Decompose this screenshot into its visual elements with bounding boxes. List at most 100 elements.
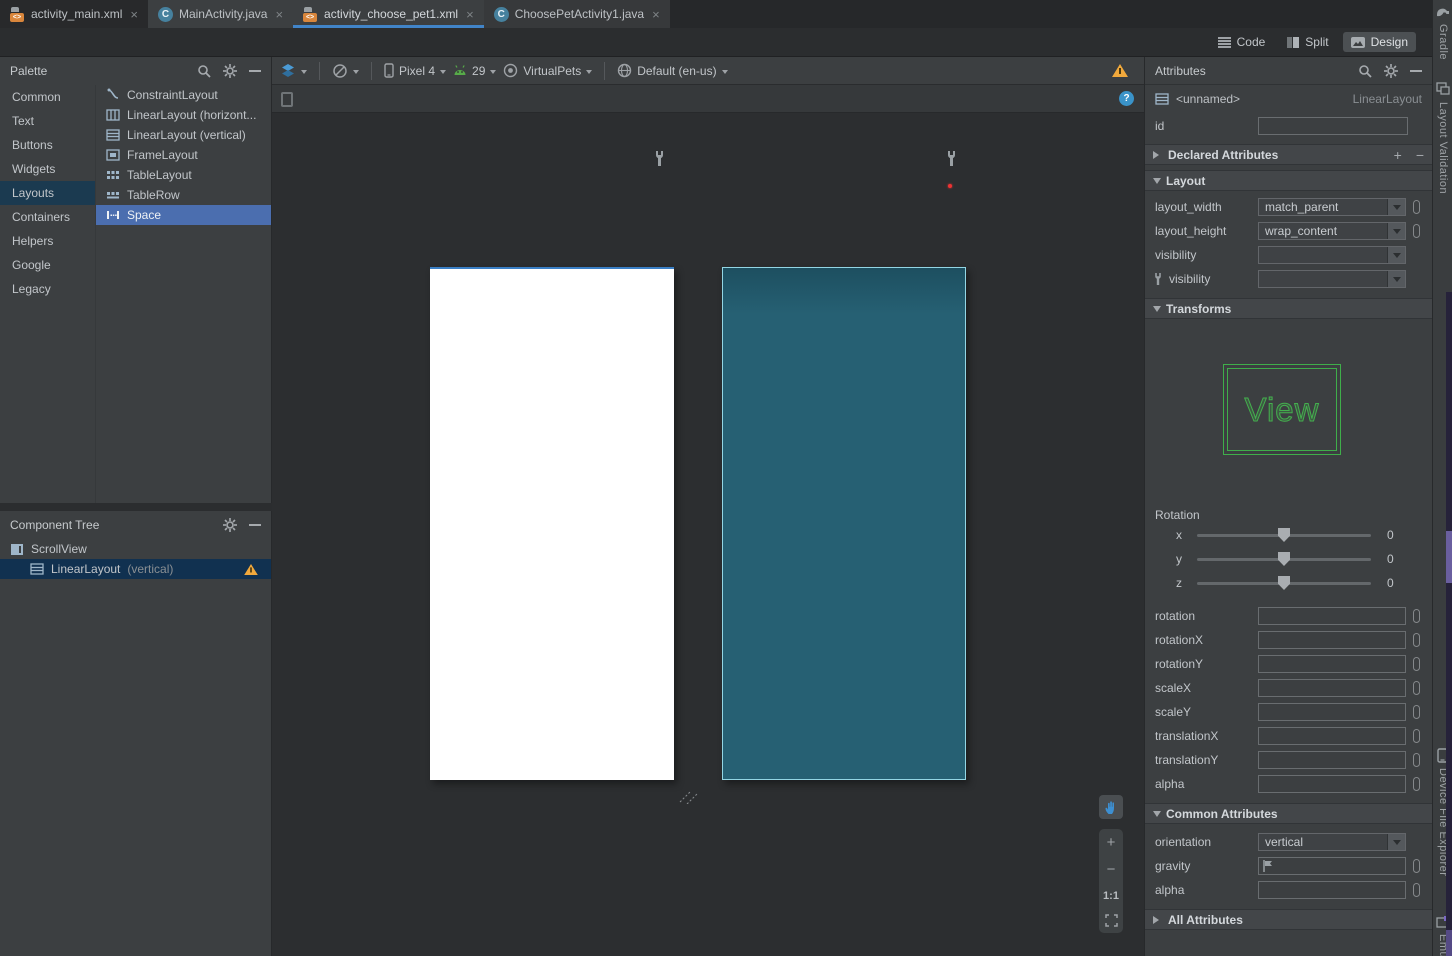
- panel-splitter[interactable]: [0, 503, 272, 511]
- common-alpha-input[interactable]: [1258, 881, 1406, 899]
- layout-validation-icon[interactable]: [1436, 82, 1450, 95]
- resource-picker-icon[interactable]: [1413, 224, 1420, 238]
- remove-attribute-icon[interactable]: −: [1416, 147, 1424, 163]
- slider-thumb[interactable]: [1278, 576, 1290, 590]
- tab-activity-main-xml[interactable]: <> activity_main.xml ×: [0, 0, 148, 28]
- category-legacy[interactable]: Legacy: [0, 277, 95, 301]
- layout-width-dropdown[interactable]: match_parent: [1258, 198, 1406, 216]
- close-icon[interactable]: ×: [275, 7, 283, 22]
- gear-icon[interactable]: [223, 64, 237, 78]
- gear-icon[interactable]: [1384, 63, 1398, 78]
- gradle-icon[interactable]: [1436, 7, 1450, 19]
- gravity-input[interactable]: [1258, 857, 1406, 875]
- rotation-x-slider[interactable]: [1197, 528, 1371, 542]
- orientation-dropdown[interactable]: vertical: [1258, 833, 1406, 851]
- item-tablerow[interactable]: TableRow: [96, 185, 271, 205]
- category-buttons[interactable]: Buttons: [0, 133, 95, 157]
- code-view-button[interactable]: Code: [1210, 32, 1274, 52]
- resource-picker-icon[interactable]: [1413, 681, 1420, 695]
- api-level-selector[interactable]: 29: [453, 64, 497, 78]
- device-frame-icon[interactable]: [280, 91, 294, 108]
- chevron-down-icon[interactable]: [1387, 223, 1405, 239]
- design-view-phone[interactable]: [430, 267, 674, 780]
- search-icon[interactable]: [197, 64, 211, 78]
- help-icon[interactable]: ?: [1119, 91, 1134, 106]
- slider-thumb[interactable]: [1278, 528, 1290, 542]
- orientation-selector[interactable]: [332, 63, 359, 79]
- search-icon[interactable]: [1358, 64, 1372, 78]
- blueprint-view-phone[interactable]: [722, 267, 966, 780]
- split-view-button[interactable]: Split: [1279, 32, 1336, 52]
- design-view-button[interactable]: Design: [1342, 32, 1416, 52]
- device-selector[interactable]: Pixel 4: [384, 63, 447, 78]
- close-icon[interactable]: ×: [130, 7, 138, 22]
- chevron-down-icon[interactable]: [1387, 271, 1405, 287]
- resource-picker-icon[interactable]: [1413, 729, 1420, 743]
- transforms-section[interactable]: Transforms: [1145, 298, 1432, 319]
- rotation-input[interactable]: [1258, 607, 1406, 625]
- alpha-input[interactable]: [1258, 775, 1406, 793]
- close-icon[interactable]: ×: [466, 7, 474, 22]
- category-widgets[interactable]: Widgets: [0, 157, 95, 181]
- declared-attributes-section[interactable]: Declared Attributes + −: [1145, 144, 1432, 165]
- tab-choosepetactivity1-java[interactable]: C ChoosePetActivity1.java ×: [483, 0, 670, 28]
- tools-visibility-dropdown[interactable]: [1258, 270, 1406, 288]
- zoom-to-fit-icon[interactable]: [1104, 914, 1118, 927]
- item-linearlayout-horizontal[interactable]: LinearLayout (horizont...: [96, 105, 271, 125]
- tool-tab-layout-validation[interactable]: Layout Validation: [1437, 102, 1449, 194]
- rotation-y-slider[interactable]: [1197, 552, 1371, 566]
- tool-tab-gradle[interactable]: Gradle: [1437, 24, 1449, 60]
- item-space[interactable]: Space: [96, 205, 271, 225]
- category-common[interactable]: Common: [0, 85, 95, 109]
- rotation-z-slider[interactable]: [1197, 576, 1371, 590]
- layout-warning-icon[interactable]: [1112, 64, 1128, 77]
- close-icon[interactable]: ×: [652, 7, 660, 22]
- resource-picker-icon[interactable]: [1413, 200, 1420, 214]
- item-framelayout[interactable]: FrameLayout: [96, 145, 271, 165]
- resource-picker-icon[interactable]: [1413, 883, 1420, 897]
- chevron-down-icon[interactable]: [1387, 199, 1405, 215]
- zoom-out-button[interactable]: −: [1107, 862, 1116, 877]
- design-surface[interactable]: + − 1:1: [272, 113, 1144, 956]
- resource-picker-icon[interactable]: [1413, 705, 1420, 719]
- theme-selector[interactable]: VirtualPets: [503, 63, 593, 78]
- add-attribute-icon[interactable]: +: [1394, 147, 1402, 163]
- slider-thumb[interactable]: [1278, 552, 1290, 566]
- minimize-icon[interactable]: [249, 519, 261, 531]
- item-linearlayout-vertical[interactable]: LinearLayout (vertical): [96, 125, 271, 145]
- warning-icon[interactable]: [244, 563, 258, 575]
- flag-icon[interactable]: [1263, 860, 1274, 872]
- category-containers[interactable]: Containers: [0, 205, 95, 229]
- tab-activity-choose-pet1-xml[interactable]: <> activity_choose_pet1.xml ×: [293, 0, 484, 28]
- scalex-input[interactable]: [1258, 679, 1406, 697]
- scaley-input[interactable]: [1258, 703, 1406, 721]
- canvas-resize-handle[interactable]: [678, 788, 700, 804]
- tab-mainactivity-java[interactable]: C MainActivity.java ×: [147, 0, 294, 28]
- resource-picker-icon[interactable]: [1413, 609, 1420, 623]
- rotationx-input[interactable]: [1258, 631, 1406, 649]
- gear-icon[interactable]: [223, 518, 237, 532]
- id-input[interactable]: [1258, 117, 1408, 135]
- tree-item-linearlayout[interactable]: LinearLayout (vertical): [0, 559, 271, 579]
- zoom-in-button[interactable]: +: [1107, 835, 1116, 850]
- category-text[interactable]: Text: [0, 109, 95, 133]
- all-attributes-section[interactable]: All Attributes: [1145, 909, 1432, 930]
- zoom-actual-button[interactable]: 1:1: [1103, 890, 1119, 902]
- category-layouts[interactable]: Layouts: [0, 181, 95, 205]
- pan-tool-button[interactable]: [1099, 795, 1123, 819]
- chevron-down-icon[interactable]: [1387, 834, 1405, 850]
- design-surface-selector[interactable]: [280, 63, 307, 78]
- resource-picker-icon[interactable]: [1413, 777, 1420, 791]
- minimize-icon[interactable]: [1410, 65, 1422, 77]
- translationy-input[interactable]: [1258, 751, 1406, 769]
- layout-height-dropdown[interactable]: wrap_content: [1258, 222, 1406, 240]
- visibility-dropdown[interactable]: [1258, 246, 1406, 264]
- resource-picker-icon[interactable]: [1413, 657, 1420, 671]
- item-constraintlayout[interactable]: ConstraintLayout: [96, 85, 271, 105]
- resource-picker-icon[interactable]: [1413, 753, 1420, 767]
- category-google[interactable]: Google: [0, 253, 95, 277]
- category-helpers[interactable]: Helpers: [0, 229, 95, 253]
- translationx-input[interactable]: [1258, 727, 1406, 745]
- item-tablelayout[interactable]: TableLayout: [96, 165, 271, 185]
- tree-item-scrollview[interactable]: ScrollView: [0, 539, 271, 559]
